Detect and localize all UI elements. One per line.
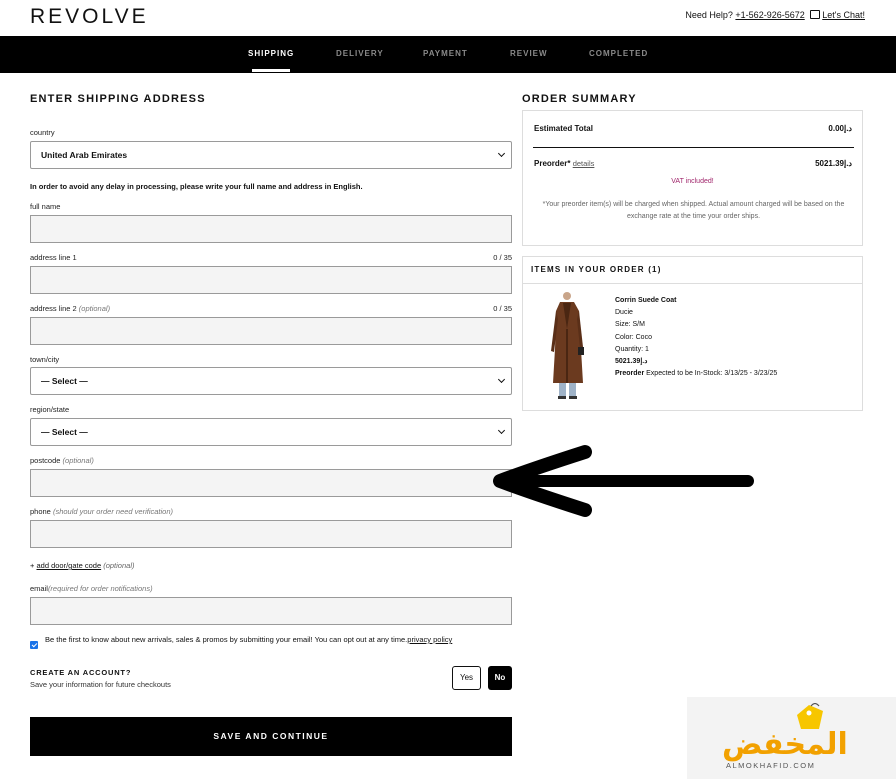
- checkout-steps: SHIPPING DELIVERY PAYMENT REVIEW COMPLET…: [0, 36, 896, 73]
- city-value: — Select —: [41, 376, 88, 386]
- step-delivery: DELIVERY: [336, 49, 384, 58]
- revolve-logo[interactable]: REVOLVE: [30, 5, 149, 29]
- email-field[interactable]: [30, 597, 512, 625]
- address2-label: address line 2 (optional): [30, 304, 111, 313]
- watermark-text: المخفض: [722, 727, 848, 762]
- step-shipping[interactable]: SHIPPING: [248, 49, 294, 58]
- address2-optional: (optional): [78, 304, 111, 313]
- shipping-title: ENTER SHIPPING ADDRESS: [30, 93, 206, 105]
- phone-field[interactable]: [30, 520, 512, 548]
- address1-counter: 0 / 35: [493, 253, 512, 262]
- annotation-arrow-icon: [493, 445, 754, 517]
- plus-icon: +: [30, 561, 35, 570]
- full-name-field[interactable]: [30, 215, 512, 243]
- address2-field[interactable]: [30, 317, 512, 345]
- items-title: ITEMS IN YOUR ORDER (1): [531, 265, 662, 274]
- preorder-charge-note: *Your preorder item(s) will be charged w…: [542, 201, 845, 220]
- door-code-row: + add door/gate code (optional): [30, 561, 135, 570]
- region-select[interactable]: — Select —: [30, 418, 512, 446]
- english-notice: In order to avoid any delay in processin…: [30, 182, 363, 191]
- address2-counter: 0 / 35: [493, 304, 512, 313]
- product-brand: Ducie: [615, 309, 633, 317]
- estimated-total-label: Estimated Total: [534, 124, 593, 133]
- region-value: — Select —: [41, 427, 88, 437]
- product-name[interactable]: Corrin Suede Coat: [615, 295, 777, 307]
- chevron-down-icon: [497, 426, 506, 435]
- vat-note: VAT included!: [671, 178, 714, 185]
- city-select[interactable]: — Select —: [30, 367, 512, 395]
- create-account-no-button[interactable]: No: [488, 666, 512, 690]
- city-label: town/city: [30, 355, 60, 364]
- step-completed: COMPLETED: [589, 49, 649, 58]
- country-label: country: [30, 128, 55, 137]
- preorder-details-link[interactable]: details: [573, 159, 595, 168]
- chevron-down-icon: [497, 149, 506, 158]
- step-review: REVIEW: [510, 49, 548, 58]
- step-payment: PAYMENT: [423, 49, 468, 58]
- email-hint: (required for order notifications): [47, 584, 153, 593]
- region-label: region/state: [30, 405, 70, 414]
- product-size: Size: S/M: [615, 321, 645, 329]
- product-color: Color: Coco: [615, 333, 652, 341]
- product-price: د.إ5021.39: [615, 358, 648, 366]
- door-code-optional: (optional): [103, 561, 135, 570]
- email-label: email(required for order notifications): [30, 584, 153, 593]
- items-divider: [523, 283, 862, 284]
- chat-link[interactable]: Let's Chat!: [822, 10, 865, 20]
- order-summary-box: Estimated Total د.إ0.00 Preorder* detail…: [522, 110, 863, 246]
- postcode-optional: (optional): [62, 456, 94, 465]
- preorder-label: Preorder* details: [534, 159, 595, 168]
- privacy-policy-link[interactable]: privacy policy: [407, 635, 452, 644]
- full-name-label: full name: [30, 202, 61, 211]
- address1-label: address line 1: [30, 253, 77, 262]
- watermark-logo: المخفض ALMOKHAFID.COM: [687, 697, 896, 779]
- address1-field[interactable]: [30, 266, 512, 294]
- product-preorder: Preorder Expected to be In-Stock: 3/13/2…: [615, 370, 778, 378]
- email-optin-text: Be the first to know about new arrivals,…: [45, 635, 453, 644]
- country-select[interactable]: United Arab Emirates: [30, 141, 512, 169]
- country-value: United Arab Emirates: [41, 150, 128, 160]
- create-account-yes-button[interactable]: Yes: [452, 666, 481, 690]
- create-account-subtitle: Save your information for future checkou…: [30, 680, 171, 689]
- help-bar: Need Help? +1-562-926-5672 Let's Chat!: [685, 10, 865, 20]
- save-and-continue-button[interactable]: SAVE AND CONTINUE: [30, 717, 512, 756]
- active-step-indicator: [252, 69, 290, 72]
- order-summary-title: ORDER SUMMARY: [522, 93, 637, 105]
- product-quantity: Quantity: 1: [615, 345, 649, 353]
- chevron-down-icon: [497, 375, 506, 384]
- preorder-value: د.إ5021.39: [815, 159, 852, 168]
- postcode-label: postcode (optional): [30, 456, 94, 465]
- chat-icon[interactable]: [810, 10, 821, 19]
- phone-hint: (should your order need verification): [52, 507, 174, 516]
- product-image[interactable]: [545, 289, 591, 401]
- phone-label: phone (should your order need verificati…: [30, 507, 174, 516]
- product-info: Corrin Suede Coat Ducie Size: S/M Color:…: [615, 295, 777, 380]
- summary-divider: [533, 147, 854, 148]
- help-label: Need Help?: [685, 10, 733, 20]
- items-in-order-box: ITEMS IN YOUR ORDER (1) Corrin Suede Coa…: [522, 256, 863, 411]
- estimated-total-value: د.إ0.00: [828, 124, 852, 133]
- create-account-title: CREATE AN ACCOUNT?: [30, 668, 132, 677]
- email-optin-checkbox[interactable]: [30, 641, 38, 649]
- postcode-field[interactable]: [30, 469, 512, 497]
- add-door-code-link[interactable]: add door/gate code: [36, 561, 101, 570]
- phone-link[interactable]: +1-562-926-5672: [735, 10, 804, 20]
- watermark-url: ALMOKHAFID.COM: [726, 761, 816, 770]
